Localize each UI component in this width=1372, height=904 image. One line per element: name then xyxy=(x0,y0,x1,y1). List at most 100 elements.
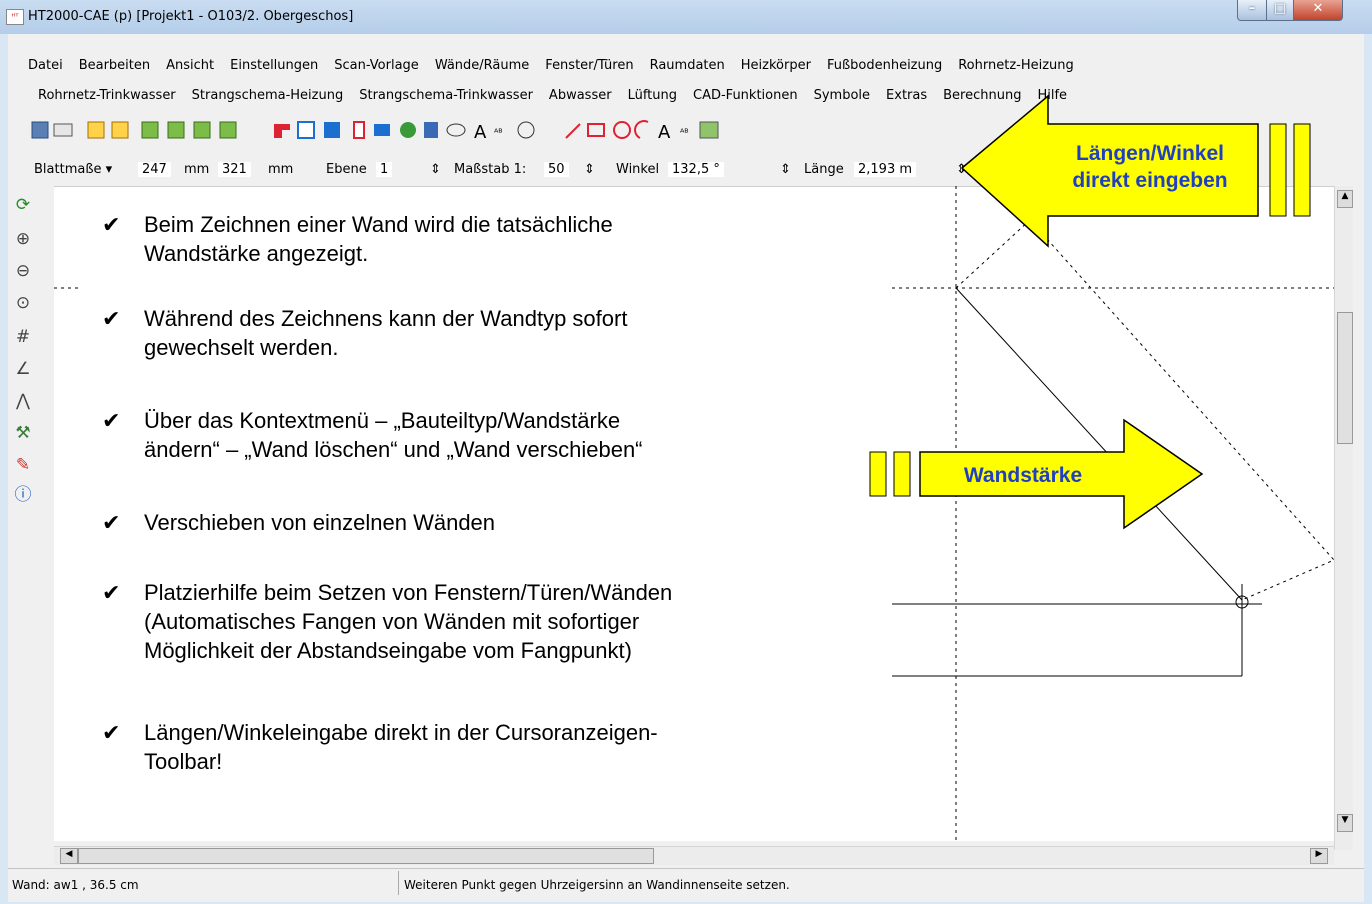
save-icon[interactable] xyxy=(31,121,49,139)
horizontal-scroll-thumb[interactable] xyxy=(78,848,654,864)
cad-text-icon[interactable]: A xyxy=(658,122,671,143)
pipe-icon[interactable] xyxy=(446,123,466,137)
dxf-export-icon[interactable] xyxy=(193,121,211,139)
menu-row-1: Datei Bearbeiten Ansicht Einstellungen Scan-… xyxy=(28,58,1090,78)
ebene-input[interactable]: 1 xyxy=(376,162,393,177)
dimension-icon[interactable]: ᴬᴮ xyxy=(494,128,503,139)
title-bar[interactable]: ᴴᵀ HT2000-CAE (p) [Projekt1 - O103/2. Ob… xyxy=(0,0,1372,34)
menu-item[interactable]: Datei xyxy=(28,58,63,73)
cad-dimension-icon[interactable]: ᴬᴮ xyxy=(680,128,689,139)
laenge-input[interactable]: 2,193 m xyxy=(854,162,917,177)
import-icon[interactable] xyxy=(87,121,105,139)
menu-item[interactable]: Bearbeiten xyxy=(79,58,150,73)
menu-item[interactable]: Extras xyxy=(886,88,927,103)
menu-item[interactable]: Einstellungen xyxy=(230,58,318,73)
menu-item[interactable]: Lüftung xyxy=(628,88,677,103)
compass-icon[interactable]: ⋀ xyxy=(12,390,34,412)
menu-item[interactable]: Fußbodenheizung xyxy=(827,58,942,73)
horizontal-scrollbar[interactable]: ◀ ▶ xyxy=(54,846,1334,865)
door-icon[interactable] xyxy=(353,121,365,139)
radiator-icon[interactable] xyxy=(400,122,416,138)
blattmasse-dropdown[interactable]: Blattmaße ▾ xyxy=(34,162,112,177)
zoom-in-icon[interactable]: ⊕ xyxy=(12,228,34,250)
arc-icon[interactable] xyxy=(634,120,649,139)
massstab-input[interactable]: 50 xyxy=(544,162,569,177)
status-divider xyxy=(398,871,399,895)
ebene-label: Ebene xyxy=(326,162,367,177)
wall-icon[interactable] xyxy=(274,124,290,138)
menu-item[interactable]: Rohrnetz-Heizung xyxy=(958,58,1074,73)
menu-item[interactable]: Ansicht xyxy=(166,58,214,73)
menu-item[interactable]: CAD-Funktionen xyxy=(693,88,798,103)
menu-row-2: Rohrnetz-Trinkwasser Strangschema-Heizung… xyxy=(38,88,1083,108)
zoom-out-icon[interactable]: ⊖ xyxy=(12,260,34,282)
close-button[interactable]: ✕ xyxy=(1293,0,1343,21)
image-icon[interactable] xyxy=(699,121,719,139)
winkel-input[interactable]: 132,5 ° xyxy=(668,162,724,177)
tools-icon[interactable]: ⚒ xyxy=(12,422,34,444)
winkel-spinner[interactable]: ⇕ xyxy=(780,162,791,177)
laenge-label: Länge xyxy=(804,162,844,177)
dwg-import-icon[interactable] xyxy=(167,121,185,139)
dwg-export-icon[interactable] xyxy=(219,121,237,139)
window-title: HT2000-CAE (p) [Projekt1 - O103/2. Oberg… xyxy=(28,9,354,24)
menu-item[interactable]: Fenster/Türen xyxy=(545,58,633,73)
menu-item[interactable]: Scan-Vorlage xyxy=(334,58,419,73)
check-icon: ✔ xyxy=(102,510,121,535)
menu-item[interactable]: Abwasser xyxy=(549,88,612,103)
bullet-text: Während des Zeichnens kann der Wandtyp s… xyxy=(144,306,628,360)
menu-item[interactable]: Heizkörper xyxy=(741,58,811,73)
menu-item[interactable]: Hilfe xyxy=(1037,88,1067,103)
eraser-icon[interactable]: ✎ xyxy=(12,454,34,476)
minimize-button[interactable]: – xyxy=(1237,0,1267,21)
menu-item[interactable]: Strangschema-Heizung xyxy=(192,88,344,103)
status-right: Weiteren Punkt gegen Uhrzeigersinn an Wa… xyxy=(404,878,790,892)
massstab-spinner[interactable]: ⇕ xyxy=(584,162,595,177)
vertical-scrollbar[interactable]: ▲ ▼ xyxy=(1334,186,1353,850)
text-icon[interactable]: A xyxy=(474,122,487,143)
status-bar: Wand: aw1 , 36.5 cm Weiteren Punkt gegen… xyxy=(8,868,1364,899)
sheet-height-input[interactable]: 321 xyxy=(218,162,251,177)
line-icon[interactable] xyxy=(565,123,581,139)
scroll-left-icon[interactable]: ◀ xyxy=(60,848,78,864)
maximize-button[interactable]: □ xyxy=(1266,0,1294,21)
info-icon[interactable]: ⓘ xyxy=(12,484,34,506)
vertical-scroll-thumb[interactable] xyxy=(1337,312,1353,444)
arrow-top-label: Längen/Winkel direkt eingeben xyxy=(1072,142,1228,192)
app-icon[interactable]: ᴴᵀ xyxy=(6,9,24,25)
bullet-text: Längen/Winkeleingabe direkt in der Curso… xyxy=(144,720,658,774)
sheet-width-unit: mm xyxy=(184,162,210,177)
menu-item[interactable]: Strangschema-Trinkwasser xyxy=(359,88,533,103)
scroll-right-icon[interactable]: ▶ xyxy=(1310,848,1328,864)
import2-icon[interactable] xyxy=(111,121,129,139)
scroll-down-icon[interactable]: ▼ xyxy=(1337,814,1353,832)
circle-icon[interactable] xyxy=(613,121,631,139)
left-tool-strip: ⟳ ⊕ ⊖ ⊙ # ∠ ⋀ ⚒ ✎ ⓘ xyxy=(10,186,44,840)
app-window: ᴴᵀ HT2000-CAE (p) [Projekt1 - O103/2. Ob… xyxy=(0,0,1372,904)
dxf-import-icon[interactable] xyxy=(141,121,159,139)
menu-item[interactable]: Rohrnetz-Trinkwasser xyxy=(38,88,176,103)
refresh-icon[interactable]: ⟳ xyxy=(12,194,34,216)
window-icon[interactable] xyxy=(374,124,390,136)
sheet-width-input[interactable]: 247 xyxy=(138,162,171,177)
grid-icon[interactable]: # xyxy=(12,326,34,348)
scroll-up-icon[interactable]: ▲ xyxy=(1337,190,1353,208)
check-icon: ✔ xyxy=(102,720,121,745)
rect-icon[interactable] xyxy=(587,123,605,137)
room-icon[interactable] xyxy=(297,121,315,139)
ebene-spinner[interactable]: ⇕ xyxy=(430,162,441,177)
menu-bar: Datei Bearbeiten Ansicht Einstellungen Scan-… xyxy=(8,54,1362,108)
floorheat-icon[interactable] xyxy=(424,122,438,138)
print-icon[interactable] xyxy=(53,123,73,137)
laenge-spinner[interactable]: ⇕ xyxy=(956,162,967,177)
zoom-window-icon[interactable]: ⊙ xyxy=(12,292,34,314)
check-icon: ✔ xyxy=(102,212,121,237)
menu-item[interactable]: Symbole xyxy=(814,88,870,103)
menu-item[interactable]: Wände/Räume xyxy=(435,58,529,73)
menu-item[interactable]: Berechnung xyxy=(943,88,1021,103)
angle-icon[interactable]: ∠ xyxy=(12,358,34,380)
sheet-height-unit: mm xyxy=(268,162,294,177)
menu-item[interactable]: Raumdaten xyxy=(650,58,725,73)
symbol-icon[interactable] xyxy=(517,121,535,139)
building-icon[interactable] xyxy=(324,122,340,138)
